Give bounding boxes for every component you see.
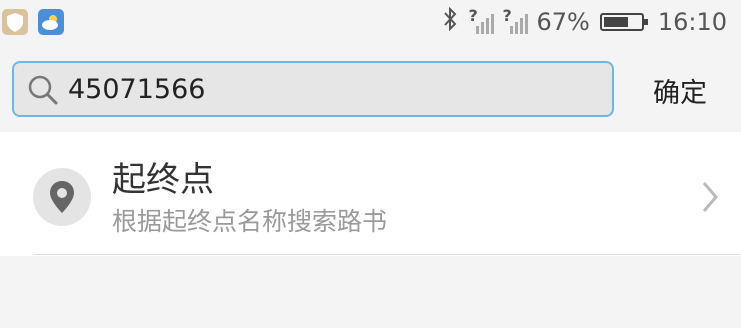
battery-icon	[599, 13, 648, 31]
status-bar: ? ? 67% 16:10	[0, 0, 741, 44]
search-box[interactable]	[12, 61, 614, 117]
signal-icon: ?	[468, 6, 495, 36]
signal-icon: ?	[502, 6, 529, 36]
chevron-right-icon	[700, 180, 720, 218]
location-pin-icon	[33, 168, 91, 226]
search-bar: 确定	[0, 44, 741, 132]
list-item-subtitle: 根据起终点名称搜索路书	[112, 207, 388, 236]
battery-percent: 67%	[536, 8, 590, 36]
clock: 16:10	[657, 8, 727, 36]
weather-icon	[38, 9, 64, 35]
confirm-button[interactable]: 确定	[630, 68, 730, 112]
divider	[33, 254, 741, 255]
search-input[interactable]	[68, 71, 598, 107]
list-item[interactable]: 起终点 根据起终点名称搜索路书	[0, 132, 741, 256]
search-icon	[26, 73, 60, 111]
bluetooth-icon	[442, 6, 458, 38]
list-item-title: 起终点	[112, 160, 214, 200]
shield-icon	[2, 9, 28, 35]
battery-level	[603, 17, 628, 27]
